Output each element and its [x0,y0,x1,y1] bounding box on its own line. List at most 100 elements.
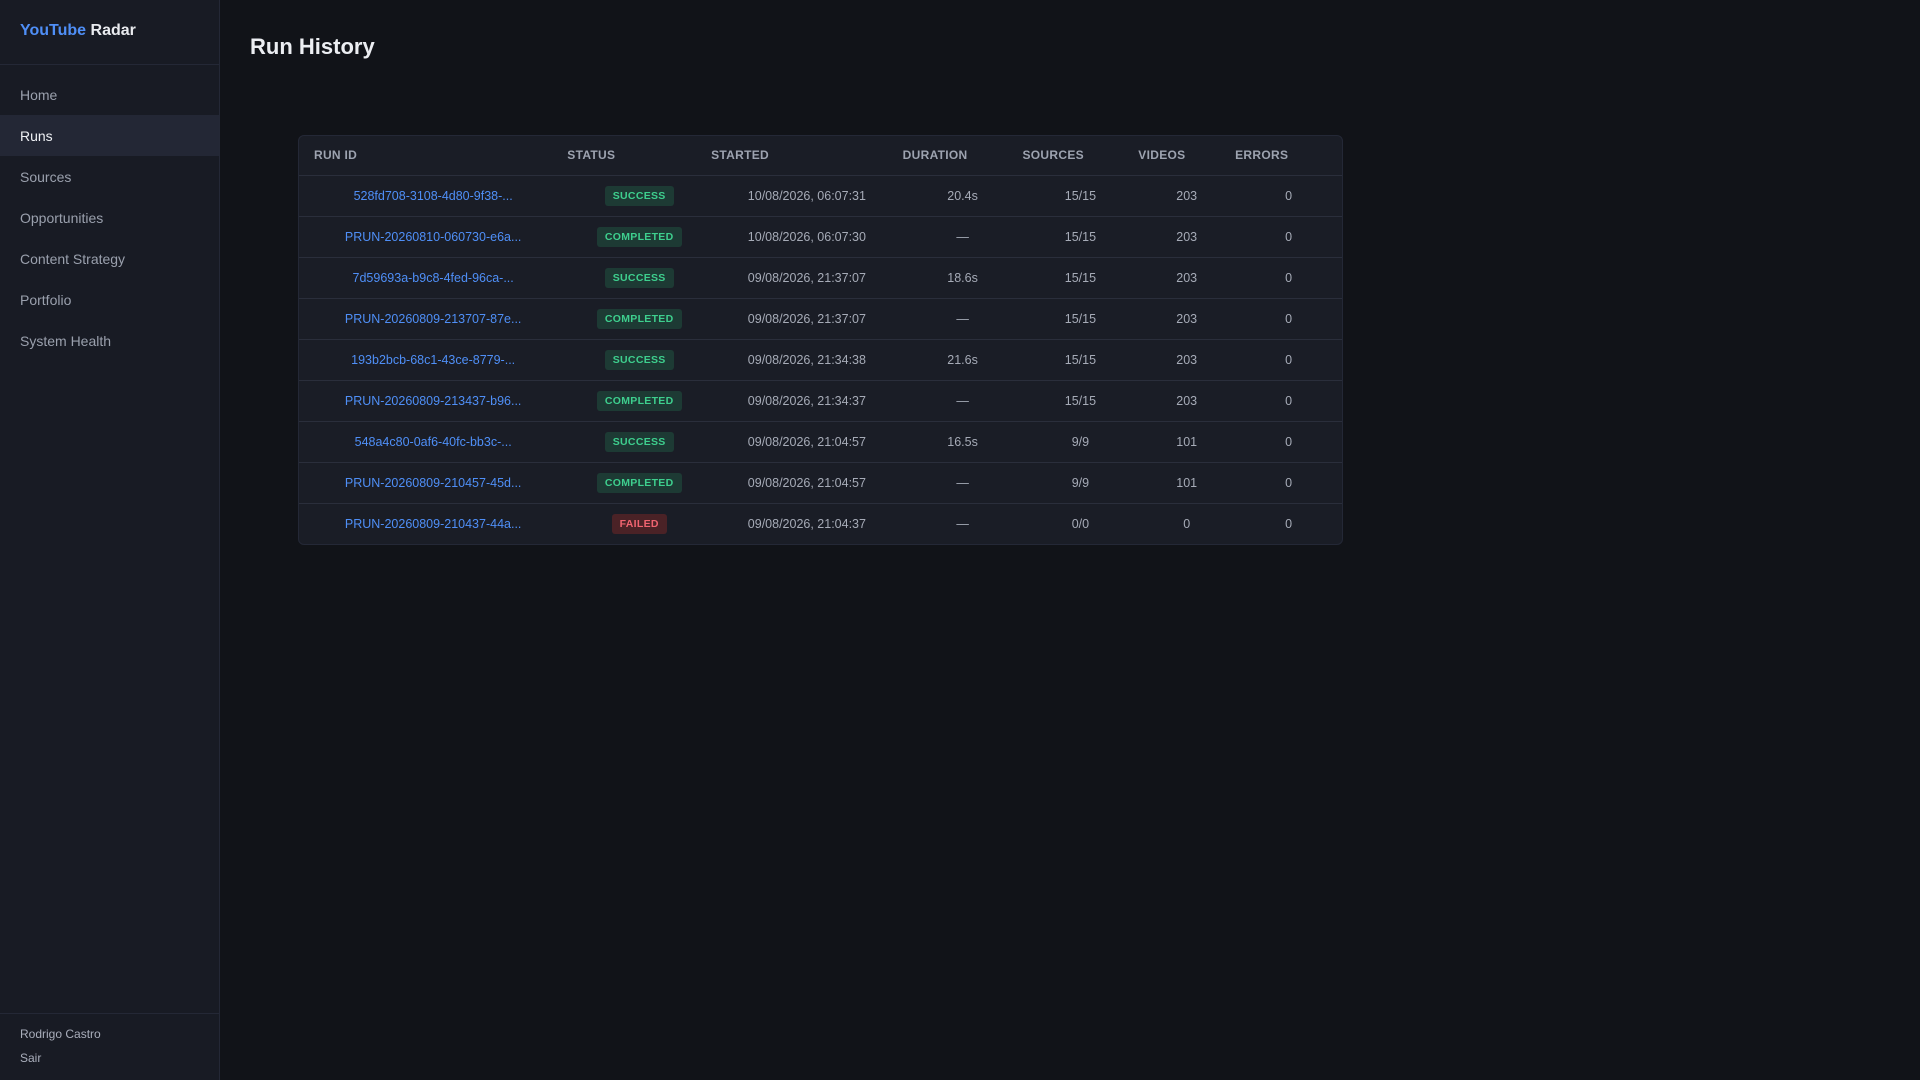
user-box: Rodrigo Castro Sair [0,1013,219,1080]
run-id-link[interactable]: PRUN-20260809-213707-87e... [345,312,522,326]
duration-value: 18.6s [947,270,978,285]
status-badge: SUCCESS [604,185,674,206]
column-header-sources: SOURCES [1022,136,1139,176]
table-row[interactable]: PRUN-20260809-210437-44a... FAILED 09/08/2… [299,503,1342,544]
started-value: 09/08/2026, 21:37:07 [747,270,866,285]
duration-value: 21.6s [947,352,978,367]
run-id-cell: 193b2bcb-68c1-43ce-8779-... [299,339,568,381]
errors-cell: 0 [1235,503,1342,544]
table-header-row: RUN ID STATUS STARTED DURATION SOURCES V… [299,136,1342,176]
column-header-errors: ERRORS [1235,136,1342,176]
videos-cell: 101 [1138,421,1236,463]
duration-cell: 16.5s [902,421,1023,463]
videos-cell: 0 [1138,503,1235,544]
status-badge: FAILED [611,513,667,534]
videos-cell: 203 [1138,257,1236,299]
errors-value: 0 [1285,516,1293,531]
status-cell: SUCCESS [567,421,712,463]
sidebar-item-portfolio[interactable]: Portfolio [0,279,219,320]
run-id-cell: PRUN-20260809-210437-44a... [299,503,567,544]
status-cell: FAILED [567,503,711,544]
sidebar-item-content-strategy[interactable]: Content Strategy [0,238,219,279]
videos-value: 203 [1176,311,1198,326]
table-row[interactable]: 528fd708-3108-4d80-9f38-... SUCCESS 10/08/… [299,175,1342,217]
sources-value: 9/9 [1071,475,1090,490]
table-row[interactable]: 193b2bcb-68c1-43ce-8779-... SUCCESS 09/08/… [299,339,1342,381]
status-cell: SUCCESS [567,175,712,217]
status-cell: COMPLETED [567,462,712,504]
table-row[interactable]: PRUN-20260809-210457-45d... COMPLETED 09/0… [299,462,1342,504]
sidebar-item-home[interactable]: Home [0,74,219,115]
errors-value: 0 [1285,188,1293,203]
run-id-link[interactable]: 193b2bcb-68c1-43ce-8779-... [351,353,515,367]
errors-cell: 0 [1235,421,1342,463]
started-value: 10/08/2026, 06:07:30 [747,229,866,244]
sidebar: YouTube Radar Home Runs Sources Opportuniti… [0,0,220,1080]
status-badge: COMPLETED [596,308,682,329]
errors-cell: 0 [1235,380,1342,422]
duration-cell: — [902,216,1023,258]
sources-value: 15/15 [1064,188,1097,203]
videos-value: 101 [1176,434,1198,449]
duration-cell: — [903,503,1023,544]
run-id-link[interactable]: 528fd708-3108-4d80-9f38-... [354,189,513,203]
sidebar-item-runs[interactable]: Runs [0,115,219,156]
table-row[interactable]: PRUN-20260809-213707-87e... COMPLETED 09/0… [299,298,1342,340]
duration-cell: 20.4s [902,175,1023,217]
run-id-link[interactable]: 548a4c80-0af6-40fc-bb3c-... [355,435,512,449]
brand-logo[interactable]: YouTube Radar [0,0,219,65]
duration-value: 20.4s [947,188,978,203]
duration-cell: — [902,298,1023,340]
videos-value: 0 [1183,516,1191,531]
videos-cell: 203 [1138,175,1236,217]
sources-value: 15/15 [1064,352,1097,367]
started-cell: 10/08/2026, 06:07:31 [711,175,903,217]
column-header-run-id: RUN ID [299,136,568,176]
errors-value: 0 [1285,475,1293,490]
started-value: 09/08/2026, 21:34:38 [747,352,866,367]
videos-value: 203 [1176,270,1198,285]
started-cell: 09/08/2026, 21:04:37 [711,503,903,544]
run-history-table: RUN ID STATUS STARTED DURATION SOURCES V… [299,136,1342,544]
started-value: 09/08/2026, 21:34:37 [747,393,866,408]
sources-cell: 15/15 [1022,298,1139,340]
errors-cell: 0 [1235,339,1342,381]
sources-cell: 9/9 [1022,421,1139,463]
status-cell: SUCCESS [567,257,712,299]
duration-cell: — [902,380,1023,422]
videos-value: 203 [1176,188,1198,203]
run-id-cell: 528fd708-3108-4d80-9f38-... [299,175,568,217]
sidebar-item-sources[interactable]: Sources [0,156,219,197]
column-header-status: STATUS [567,136,712,176]
table-row[interactable]: PRUN-20260810-060730-e6a... COMPLETED 10/0… [299,216,1342,258]
table-row[interactable]: 7d59693a-b9c8-4fed-96ca-... SUCCESS 09/08/… [299,257,1342,299]
page-title: Run History [250,34,375,59]
errors-value: 0 [1285,270,1293,285]
column-header-duration: DURATION [902,136,1023,176]
status-badge: COMPLETED [596,472,682,493]
videos-cell: 203 [1138,216,1236,258]
sources-cell: 15/15 [1022,216,1139,258]
run-id-link[interactable]: 7d59693a-b9c8-4fed-96ca-... [353,271,514,285]
run-id-link[interactable]: PRUN-20260809-210457-45d... [345,476,522,490]
sidebar-item-opportunities[interactable]: Opportunities [0,197,219,238]
run-id-link[interactable]: PRUN-20260809-213437-b96... [345,394,522,408]
duration-value: — [956,393,969,408]
videos-cell: 203 [1138,298,1236,340]
status-badge: COMPLETED [596,226,682,247]
started-value: 09/08/2026, 21:04:57 [747,475,866,490]
status-cell: SUCCESS [567,339,712,381]
sidebar-item-system-health[interactable]: System Health [0,320,219,361]
column-header-videos: VIDEOS [1138,136,1236,176]
errors-value: 0 [1285,229,1293,244]
run-id-cell: PRUN-20260809-213707-87e... [299,298,568,340]
run-id-link[interactable]: PRUN-20260810-060730-e6a... [345,230,522,244]
table-row[interactable]: PRUN-20260809-213437-b96... COMPLETED 09/0… [299,380,1342,422]
duration-value: — [956,311,969,326]
duration-value: — [956,229,969,244]
started-cell: 09/08/2026, 21:04:57 [711,421,903,463]
column-header-started: STARTED [711,136,903,176]
run-id-link[interactable]: PRUN-20260809-210437-44a... [345,517,522,531]
table-row[interactable]: 548a4c80-0af6-40fc-bb3c-... SUCCESS 09/08/… [299,421,1342,463]
logout-link[interactable]: Sair [20,1051,199,1065]
